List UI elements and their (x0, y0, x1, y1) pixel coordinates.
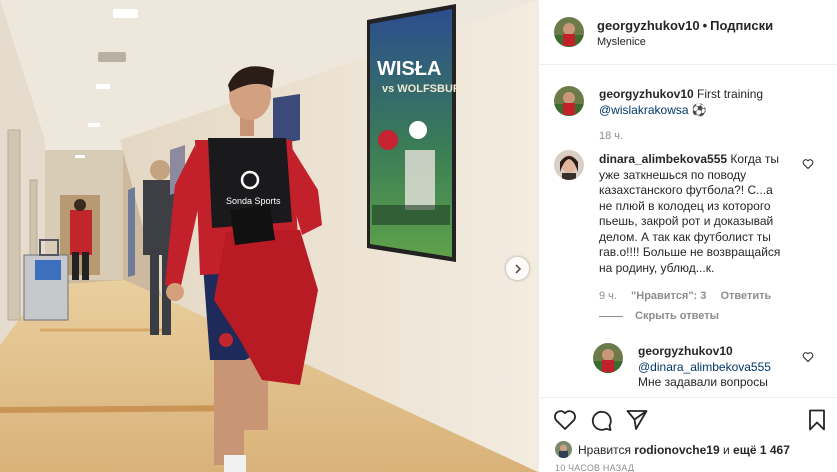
comment-text-line: уже заткнешься по поводу (599, 167, 747, 182)
comment-likes-count[interactable]: "Нравится": 3 (631, 290, 706, 302)
reply-body: georgyzhukov10 @dinara_alimbekova555 Мне… (638, 344, 803, 391)
comment-time: 9 ч. (599, 290, 617, 302)
commenter-avatar[interactable] (554, 150, 584, 180)
comment-text-line: казахстанского футбола?! С...а (599, 183, 773, 197)
vest-brand: Sonda Sports (226, 196, 281, 206)
liker-username[interactable]: rodionovche19 (634, 443, 719, 457)
reply-avatar[interactable] (593, 343, 623, 373)
soccer-ball-icon: ⚽ (691, 102, 707, 117)
bookmark-icon[interactable] (805, 408, 829, 432)
next-photo-button[interactable] (506, 257, 529, 280)
comment-text-line: на родину, ублюд...к. (599, 260, 715, 275)
post-header: georgyzhukov10 • Подписки Myslenice (539, 0, 837, 65)
share-direct-icon[interactable] (625, 408, 649, 432)
comment-text-line: Когда ты (730, 152, 780, 166)
comment-username[interactable]: dinara_alimbekova555 (599, 152, 727, 166)
hide-replies-label: Скрыть ответы (635, 310, 719, 322)
author-avatar[interactable] (554, 17, 584, 47)
likes-summary: Нравится rodionovche19 и ещё 1 467 (555, 441, 790, 458)
post-photo: WISŁA vs WOLFSBURG Sonda Sports (0, 0, 538, 472)
chevron-right-icon (514, 263, 521, 274)
following-button[interactable]: Подписки (710, 18, 773, 33)
comment-like-heart-icon[interactable] (802, 158, 814, 170)
author-username[interactable]: georgyzhukov10 (597, 18, 700, 33)
like-heart-icon[interactable] (553, 408, 577, 432)
reply-username[interactable]: georgyzhukov10 (638, 344, 733, 358)
likes-prefix: Нравится (578, 442, 631, 457)
comment-text-line: пьешь, закрой рот и доказывай (599, 214, 774, 228)
likes-count[interactable]: ещё 1 467 (733, 443, 790, 457)
reply-mention[interactable]: @dinara_alimbekova555 (638, 360, 771, 374)
caption-mention[interactable]: @wislakrakowsa (599, 103, 689, 117)
post-header-title: georgyzhukov10 • Подписки (597, 18, 774, 33)
hide-replies-toggle[interactable]: Скрыть ответы (599, 310, 730, 322)
reply-text: Мне задавали вопросы (638, 375, 768, 389)
photo-image: WISŁA vs WOLFSBURG Sonda Sports (0, 0, 538, 472)
poster-subtitle: vs WOLFSBURG (382, 83, 469, 95)
post-timestamp[interactable]: 10 ЧАСОВ НАЗАД (555, 463, 634, 472)
post-caption: georgyzhukov10 First training @wislakrak… (599, 87, 824, 118)
likes-and: и (723, 442, 730, 457)
comment-meta: 9 ч. "Нравится": 3 Ответить (599, 290, 782, 302)
comment-text-line: гав.о!!!! Больше не возвращайся (599, 245, 781, 259)
comment-bubble-icon[interactable] (589, 408, 613, 432)
liker-avatar[interactable] (555, 441, 572, 458)
caption-time: 18 ч. (599, 130, 624, 142)
comment-text-line: делом. А так как футболист ты (599, 229, 771, 244)
caption-avatar[interactable] (554, 86, 584, 116)
poster-title: WISŁA (377, 58, 441, 80)
reply-button[interactable]: Ответить (720, 290, 771, 302)
divider-line (599, 315, 623, 317)
reply-like-heart-icon[interactable] (802, 351, 814, 363)
caption-username[interactable]: georgyzhukov10 (599, 87, 694, 101)
post-actions-bar: Нравится rodionovche19 и ещё 1 467 10 ЧА… (539, 397, 837, 472)
comments-area[interactable]: georgyzhukov10 First training @wislakrak… (539, 66, 837, 396)
comment-body: dinara_alimbekova555 Когда ты уже заткне… (599, 152, 809, 276)
post-side-panel: georgyzhukov10 • Подписки Myslenice georgy… (538, 0, 837, 472)
location-link[interactable]: Myslenice (597, 36, 646, 48)
caption-text: First training (697, 87, 764, 101)
comment-text-line: не плюй в колодец из которого (599, 198, 771, 213)
